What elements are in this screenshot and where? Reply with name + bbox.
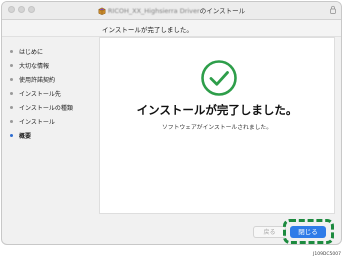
close-button-highlight [283, 219, 334, 244]
installer-window: RICOH_XX_Highsierra Driverのインストール インストール… [1, 1, 342, 245]
completion-subtitle: ソフトウェアがインストールされました。 [161, 125, 273, 131]
step-bullet-active [10, 134, 13, 137]
sidebar-step-label: はじめに [19, 49, 44, 56]
sidebar-step-label: 使用許諾契約 [19, 77, 56, 84]
window-title-suffix: のインストール [199, 7, 246, 15]
sidebar-step-label: インストール [19, 119, 55, 126]
sidebar-step-installation-type: インストールの種類 [10, 103, 73, 112]
sidebar-step-summary: 概要 [10, 131, 31, 140]
step-bullet [10, 64, 13, 67]
installer-steps-sidebar: はじめに 大切な情報 使用許諾契約 インストール先 インストールの種類 インスト… [2, 37, 98, 213]
subheader-text: インストールが完了しました。 [102, 26, 193, 34]
sidebar-step-label: インストール先 [19, 91, 61, 98]
sidebar-step-introduction: はじめに [10, 47, 43, 56]
window-title: RICOH_XX_Highsierra Driverのインストール [2, 5, 341, 15]
figure-id: J109DC5007 [313, 252, 341, 257]
lock-icon [330, 5, 336, 14]
installer-package-icon [98, 7, 106, 15]
sidebar-step-label: 概要 [19, 133, 32, 140]
step-bullet [10, 120, 13, 123]
sidebar-step-license: 使用許諾契約 [10, 75, 55, 84]
sidebar-step-label: インストールの種類 [19, 105, 73, 112]
step-bullet [10, 50, 13, 53]
back-button[interactable]: 戻る [253, 226, 286, 238]
sidebar-step-read-me: 大切な情報 [10, 61, 49, 70]
page-subheader: インストールが完了しました。 [2, 20, 341, 37]
sidebar-step-label: 大切な情報 [19, 63, 50, 70]
title-bar: RICOH_XX_Highsierra Driverのインストール [2, 2, 341, 20]
sidebar-step-installation: インストール [10, 117, 55, 126]
completion-title: インストールが完了しました。 [136, 103, 298, 117]
checkmark-circle-icon [201, 60, 237, 96]
window-title-product-name: RICOH_XX_Highsierra Driver [107, 7, 200, 15]
step-bullet [10, 106, 13, 109]
step-bullet [10, 78, 13, 81]
sidebar-step-destination: インストール先 [10, 89, 61, 98]
step-bullet [10, 92, 13, 95]
content-panel: インストールが完了しました。 ソフトウェアがインストールされました。 [99, 37, 335, 214]
